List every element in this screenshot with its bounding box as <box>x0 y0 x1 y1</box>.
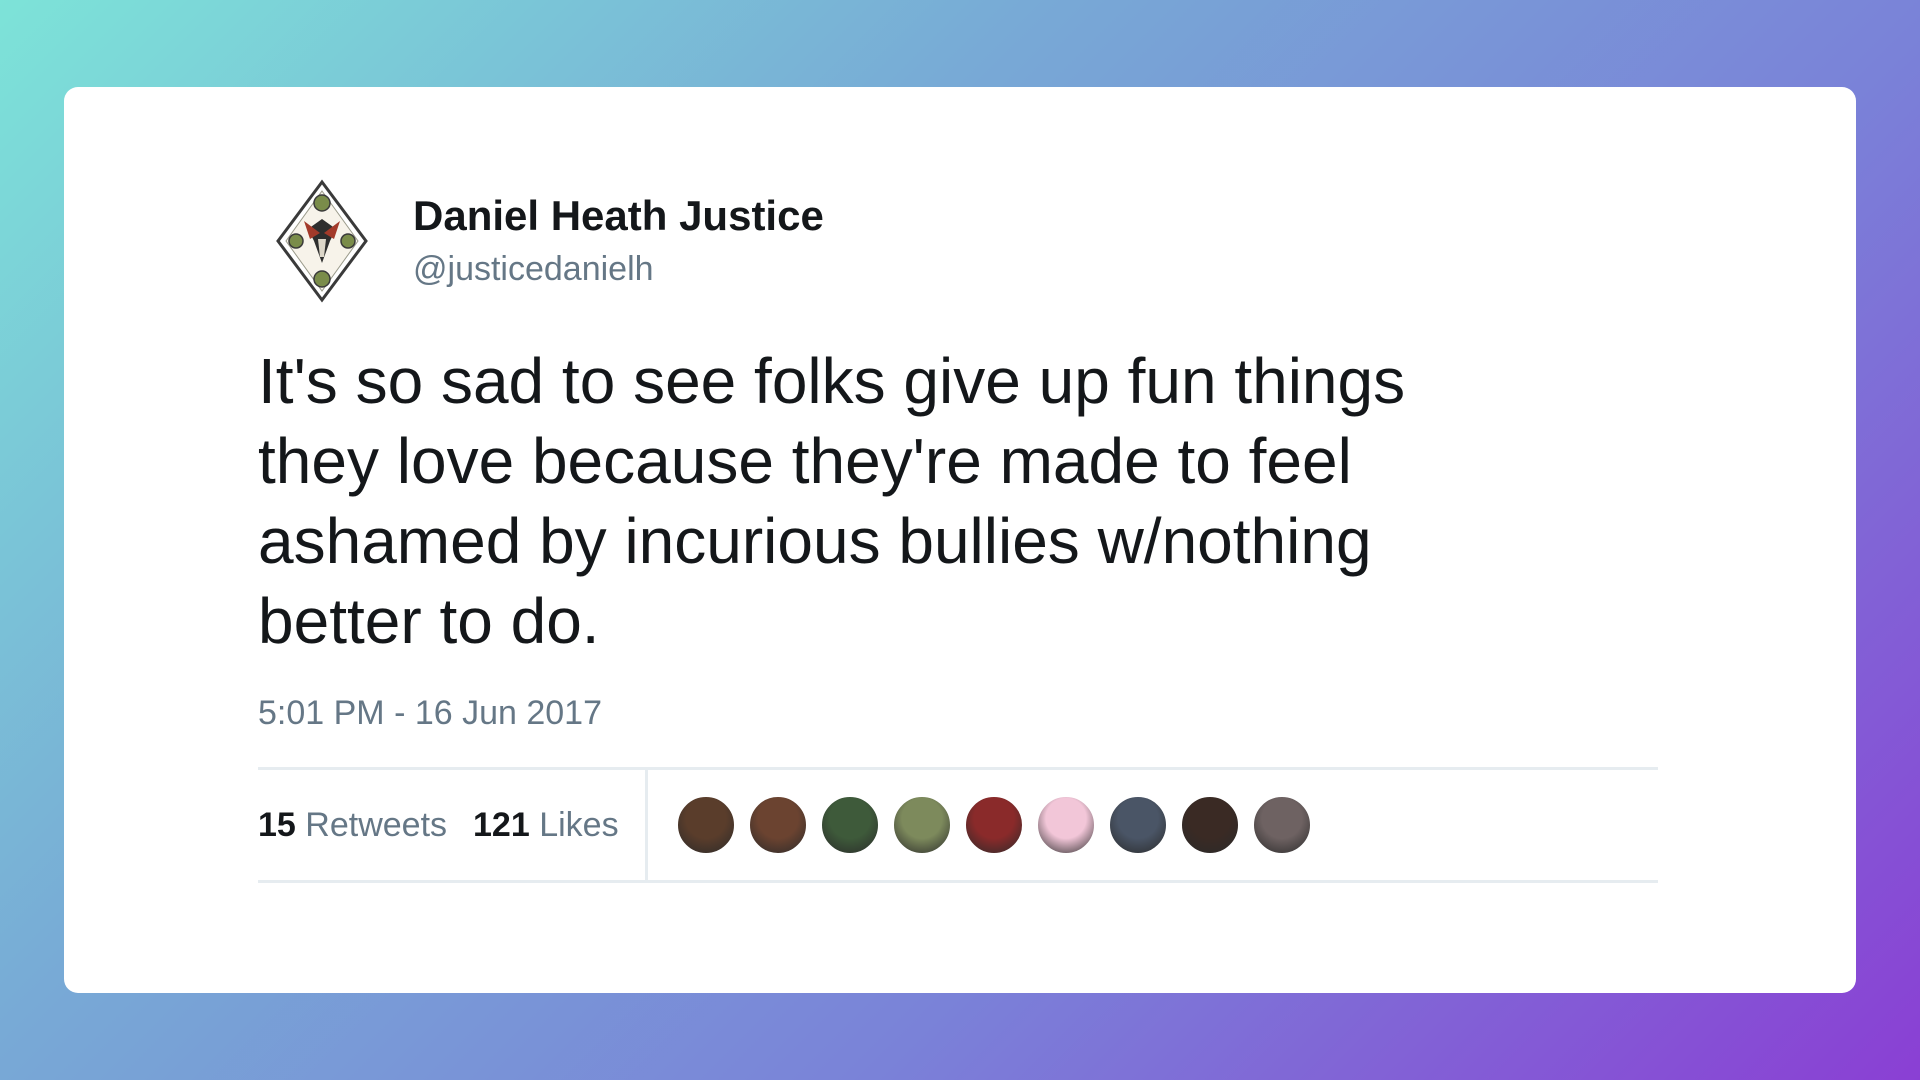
avatar[interactable] <box>274 179 370 303</box>
liker-avatar[interactable] <box>747 795 808 855</box>
tweet-timestamp[interactable]: 5:01 PM - 16 Jun 2017 <box>258 691 1658 735</box>
display-name[interactable]: Daniel Heath Justice <box>413 191 824 241</box>
likes-stat[interactable]: 121 Likes <box>473 806 619 845</box>
liker-avatar[interactable] <box>675 795 736 855</box>
liker-avatar[interactable] <box>819 795 880 855</box>
tweet-text: It's so sad to see folks give up fun thi… <box>258 345 1406 657</box>
liker-avatar[interactable] <box>891 795 952 855</box>
stats-bar: 15 Retweets 121 Likes <box>258 767 1658 883</box>
tweet-card: Daniel Heath Justice @justicedanielh It'… <box>64 87 1856 993</box>
liker-avatar[interactable] <box>963 795 1024 855</box>
likes-count: 121 <box>473 805 530 844</box>
retweets-label: Retweets <box>305 805 448 844</box>
liker-avatar[interactable] <box>1035 795 1096 855</box>
retweets-count: 15 <box>258 805 296 844</box>
liker-avatars <box>675 795 1324 855</box>
liker-avatar[interactable] <box>1107 795 1168 855</box>
liker-avatar[interactable] <box>1251 795 1312 855</box>
retweets-stat[interactable]: 15 Retweets <box>258 806 447 845</box>
tweet-header: Daniel Heath Justice @justicedanielh <box>258 179 1658 303</box>
diamond-emblem-icon <box>276 179 368 303</box>
likes-label: Likes <box>539 805 619 844</box>
user-handle[interactable]: @justicedanielh <box>413 247 824 291</box>
tweet: Daniel Heath Justice @justicedanielh It'… <box>258 179 1658 883</box>
liker-avatar[interactable] <box>1179 795 1240 855</box>
user-block: Daniel Heath Justice @justicedanielh <box>413 191 824 291</box>
stat-group: 15 Retweets 121 Likes <box>258 770 648 880</box>
